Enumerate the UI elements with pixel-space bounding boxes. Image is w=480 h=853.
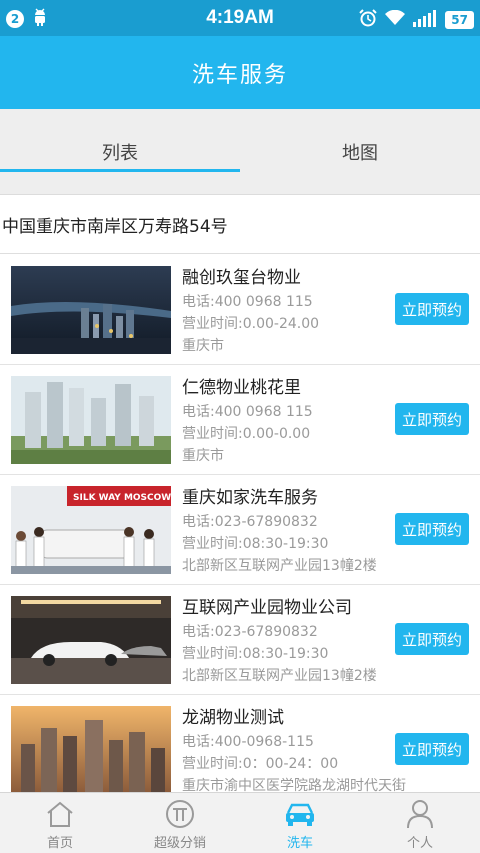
item-address: 北部新区互联网产业园13幢2楼: [182, 668, 377, 684]
item-phone: 电话:023-67890832: [182, 514, 318, 530]
book-now-button[interactable]: 立即预约: [395, 623, 469, 655]
wifi-icon: [385, 9, 406, 30]
item-name: 龙湖物业测试: [182, 708, 284, 728]
header: 洗车服务: [0, 36, 480, 109]
item-name: 重庆如家洗车服务: [182, 488, 318, 508]
nav-carwash[interactable]: 洗车: [240, 793, 360, 853]
item-address: 北部新区互联网产业园13幢2楼: [182, 558, 377, 574]
item-name: 互联网产业园物业公司: [182, 598, 352, 618]
item-thumbnail: [11, 376, 171, 464]
list-item[interactable]: 互联网产业园物业公司 电话:023-67890832 营业时间:08:30-19…: [0, 585, 480, 695]
nav-home-label: 首页: [46, 836, 73, 851]
item-phone: 电话:023-67890832: [182, 624, 318, 640]
nav-distribution-label: 超级分销: [153, 836, 206, 851]
item-name: 融创玖玺台物业: [182, 268, 301, 288]
person-icon: [404, 798, 436, 830]
book-now-button[interactable]: 立即预约: [395, 403, 469, 435]
list-item[interactable]: SILK WAY MOSCOW–B 重庆如家洗车服务 电话:023-678908…: [0, 475, 480, 585]
service-list: 融创玖玺台物业 电话:400 0968 115 营业时间:0.00-24.00 …: [0, 255, 480, 792]
book-now-button[interactable]: 立即预约: [395, 733, 469, 765]
signal-icon: [413, 9, 437, 31]
item-phone: 电话:400-0968-115: [182, 734, 314, 750]
item-address: 重庆市渝中区医学院路龙湖时代天街: [182, 778, 406, 792]
alarm-icon: [359, 9, 378, 31]
item-thumbnail: SILK WAY MOSCOW–B: [11, 486, 171, 574]
item-phone: 电话:400 0968 115: [182, 294, 313, 310]
current-location[interactable]: 中国重庆市南岸区万寿路54号: [0, 196, 480, 254]
tab-bar: 列表 地图: [0, 109, 480, 195]
distribution-icon: [164, 798, 196, 830]
item-hours: 营业时间:08:30-19:30: [182, 536, 329, 552]
item-name: 仁德物业桃花里: [182, 378, 301, 398]
item-address: 重庆市: [182, 448, 224, 464]
home-icon: [44, 798, 76, 830]
nav-distribution[interactable]: 超级分销: [120, 793, 240, 853]
book-now-button[interactable]: 立即预约: [395, 513, 469, 545]
tab-map[interactable]: 地图: [240, 109, 480, 194]
nav-profile-label: 个人: [406, 836, 433, 851]
item-thumbnail: [11, 266, 171, 354]
list-item[interactable]: 融创玖玺台物业 电话:400 0968 115 营业时间:0.00-24.00 …: [0, 255, 480, 365]
item-hours: 营业时间:0：00-24：00: [182, 756, 339, 772]
book-now-button[interactable]: 立即预约: [395, 293, 469, 325]
item-hours: 营业时间:0.00-24.00: [182, 316, 320, 332]
item-hours: 营业时间:0.00-0.00: [182, 426, 311, 442]
nav-home[interactable]: 首页: [0, 793, 120, 853]
status-bar: 2 4:19AM 57: [0, 0, 480, 36]
nav-profile[interactable]: 个人: [360, 793, 480, 853]
list-item[interactable]: 仁德物业桃花里 电话:400 0968 115 营业时间:0.00-0.00 重…: [0, 365, 480, 475]
item-thumbnail: [11, 596, 171, 684]
page-title: 洗车服务: [191, 62, 288, 88]
item-thumbnail: [11, 706, 171, 792]
item-address: 重庆市: [182, 338, 224, 354]
tab-list[interactable]: 列表: [0, 109, 240, 194]
list-item[interactable]: 龙湖物业测试 电话:400-0968-115 营业时间:0：00-24：00 重…: [0, 695, 480, 792]
item-hours: 营业时间:08:30-19:30: [182, 646, 329, 662]
bottom-nav: 首页 超级分销 洗车 个人: [0, 792, 480, 853]
car-icon: [284, 798, 316, 830]
item-phone: 电话:400 0968 115: [182, 404, 313, 420]
thumb-banner-text: SILK WAY MOSCOW–B: [73, 493, 171, 503]
nav-carwash-label: 洗车: [286, 836, 313, 851]
battery-icon: 57: [445, 11, 474, 29]
